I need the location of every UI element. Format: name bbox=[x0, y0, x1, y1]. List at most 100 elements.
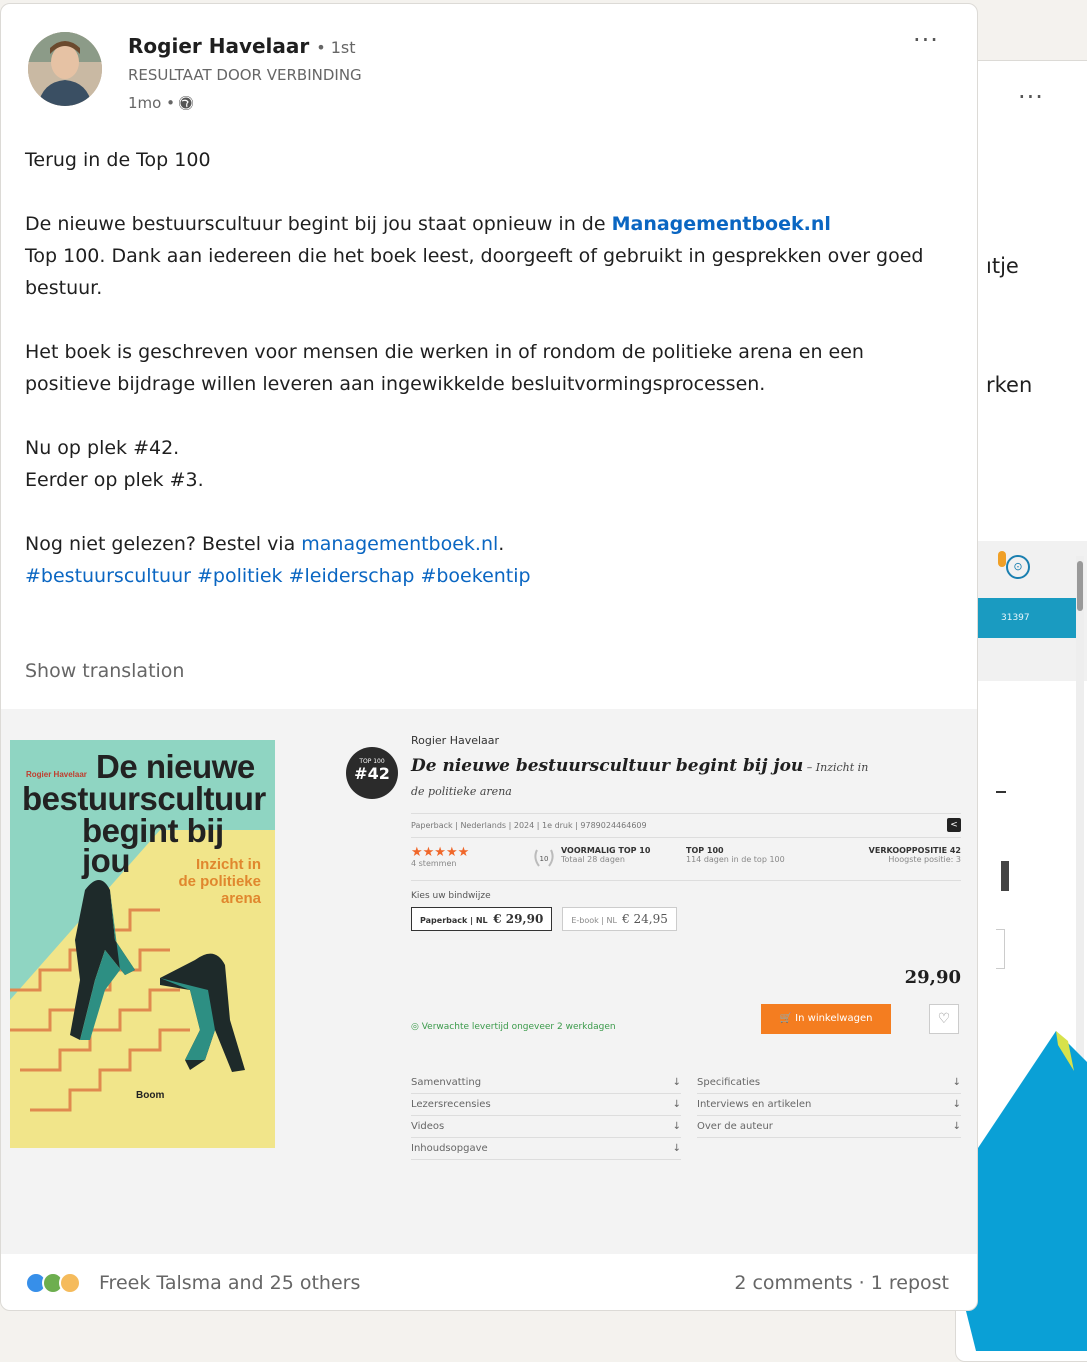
text-fragment bbox=[996, 791, 1006, 793]
text-span: Nog niet gelezen? Bestel via bbox=[25, 533, 302, 555]
cover-subtitle-line: de politieke bbox=[178, 873, 261, 890]
share-icon[interactable]: < bbox=[947, 818, 961, 832]
post-line: Nu op plek #42. bbox=[25, 437, 180, 459]
accordion-item[interactable]: Specificaties ↓ bbox=[697, 1072, 961, 1094]
post-paragraph: De nieuwe bestuurscultuur begint bij jou… bbox=[25, 208, 955, 304]
arrow-down-icon: ↓ bbox=[672, 1121, 681, 1132]
accordion-item[interactable]: Interviews en artikelen ↓ bbox=[697, 1094, 961, 1116]
option-price: € 29,90 bbox=[493, 912, 544, 926]
product-page: Rogier Havelaar De nieuwe bestuurscultuu… bbox=[411, 734, 961, 1160]
accordion-item[interactable]: Lezersrecensies ↓ bbox=[411, 1094, 681, 1116]
text-span: . bbox=[498, 533, 505, 555]
stat-sales-position: VERKOOPPOSITIE 42 Hoogste positie: 3 bbox=[816, 846, 961, 872]
post-line: Nog niet gelezen? Bestel via managementb… bbox=[25, 528, 955, 560]
text-fragment bbox=[1001, 861, 1009, 891]
binding-options: Paperback | NL € 29,90 E-book | NL € 24,… bbox=[411, 907, 961, 931]
add-to-cart-button[interactable]: 🛒 In winkelwagen bbox=[761, 1004, 891, 1034]
arrow-down-icon: ↓ bbox=[952, 1121, 961, 1132]
product-subtitle: de politieke arena bbox=[411, 785, 512, 798]
text-fragment: ıtje bbox=[986, 254, 1019, 278]
badge-rank: #42 bbox=[354, 764, 390, 783]
text-fragment: rken bbox=[986, 373, 1033, 397]
product-stats: ★★★★★ 4 stemmen 10 VOORMALIG TOP 10 Tota… bbox=[411, 838, 961, 881]
author-name[interactable]: Rogier Havelaar • 1st bbox=[128, 34, 356, 58]
option-label: E-book | NL bbox=[571, 916, 617, 925]
wishlist-heart-icon[interactable]: ♡ bbox=[929, 1004, 959, 1034]
product-accordions: Samenvatting ↓ Lezersrecensies ↓ Videos ↓ I… bbox=[411, 1072, 961, 1160]
add-to-cart-label: In winkelwagen bbox=[795, 1013, 873, 1024]
comments-reposts-count[interactable]: 2 comments · 1 repost bbox=[734, 1272, 949, 1294]
stat-title: TOP 100 bbox=[686, 846, 724, 855]
accordion-label: Videos bbox=[411, 1121, 445, 1132]
managementboek-link[interactable]: Managementboek.nl bbox=[612, 213, 831, 235]
accordion-label: Inhoudsopgave bbox=[411, 1143, 488, 1154]
more-options-icon[interactable]: ··· bbox=[1018, 83, 1044, 111]
show-translation-button[interactable]: Show translation bbox=[25, 660, 184, 682]
accordion-label: Over de auteur bbox=[697, 1121, 773, 1132]
stat-title: VOORMALIG TOP 10 bbox=[561, 846, 651, 855]
post-body: Terug in de Top 100 De nieuwe bestuurscu… bbox=[25, 144, 955, 592]
binding-label: Kies uw bindwijze bbox=[411, 891, 491, 901]
binding-option-ebook[interactable]: E-book | NL € 24,95 bbox=[562, 907, 677, 931]
hashtags[interactable]: #bestuurscultuur #politiek #leiderschap … bbox=[25, 560, 955, 592]
cover-author: Rogier Havelaar bbox=[26, 770, 87, 779]
cover-subtitle-line: arena bbox=[220, 890, 261, 907]
arrow-down-icon: ↓ bbox=[672, 1077, 681, 1088]
cover-title-line: bestuurscultuur bbox=[22, 780, 266, 817]
accordion-item[interactable]: Over de auteur ↓ bbox=[697, 1116, 961, 1138]
rating: ★★★★★ 4 stemmen bbox=[411, 846, 531, 872]
product-meta: Paperback | Nederlands | 2024 | 1e druk … bbox=[411, 813, 961, 838]
laurel-icon: 10 bbox=[531, 846, 561, 872]
globe-icon bbox=[178, 96, 193, 110]
vote-count: 4 stemmen bbox=[411, 859, 457, 868]
arrow-down-icon: ↓ bbox=[672, 1099, 681, 1110]
cover-publisher: Boom bbox=[136, 1090, 165, 1101]
stat-sub: Hoogste positie: 3 bbox=[888, 855, 961, 864]
accordion-label: Specificaties bbox=[697, 1077, 761, 1088]
timestamp: 1mo • bbox=[128, 94, 175, 112]
product-meta-text: Paperback | Nederlands | 2024 | 1e druk … bbox=[411, 821, 647, 830]
cover-title-line: De nieuwe bbox=[96, 748, 255, 785]
accordion-item[interactable]: Samenvatting ↓ bbox=[411, 1072, 681, 1094]
more-options-icon[interactable]: ··· bbox=[913, 26, 939, 54]
reactions-count[interactable]: Freek Talsma and 25 others bbox=[99, 1272, 360, 1294]
binding-option-paperback[interactable]: Paperback | NL € 29,90 bbox=[411, 907, 553, 931]
book-cover: Rogier Havelaar De nieuwe bestuurscultuu… bbox=[10, 740, 275, 1148]
input-fragment bbox=[996, 929, 1005, 969]
product-subtitle: – Inzicht in bbox=[803, 761, 869, 774]
author-name-text[interactable]: Rogier Havelaar bbox=[128, 34, 309, 58]
arrow-down-icon: ↓ bbox=[952, 1077, 961, 1088]
scrollbar-thumb[interactable] bbox=[1077, 561, 1083, 611]
star-rating-icon: ★★★★★ bbox=[411, 845, 470, 860]
cover-subtitle-line: Inzicht in bbox=[196, 856, 261, 873]
stat-title: VERKOOPPOSITIE 42 bbox=[868, 846, 961, 855]
accordion-left: Samenvatting ↓ Lezersrecensies ↓ Videos ↓ I… bbox=[411, 1072, 681, 1160]
author-headline: RESULTAAT DOOR VERBINDING bbox=[128, 66, 362, 84]
badge-icon bbox=[998, 551, 1006, 567]
product-author: Rogier Havelaar bbox=[411, 734, 500, 747]
stat-former-top10: VOORMALIG TOP 10 Totaal 28 dagen bbox=[561, 846, 686, 872]
text-span: De nieuwe bestuurscultuur begint bij jou… bbox=[25, 213, 612, 235]
delivery-info: ◎ Verwachte levertijd ongeveer 2 werkdag… bbox=[411, 1022, 616, 1032]
stat-sub: Totaal 28 dagen bbox=[561, 855, 625, 864]
accordion-item[interactable]: Inhoudsopgave ↓ bbox=[411, 1138, 681, 1160]
insightful-icon bbox=[59, 1272, 81, 1294]
reaction-icons[interactable] bbox=[25, 1272, 81, 1294]
avatar[interactable] bbox=[28, 32, 102, 106]
arrow-down-icon: ↓ bbox=[672, 1143, 681, 1154]
text-span: Top 100. Dank aan iedereen die het boek … bbox=[25, 245, 924, 299]
post-time: 1mo • bbox=[128, 94, 193, 112]
order-link[interactable]: managementboek.nl bbox=[301, 533, 498, 555]
option-label: Paperback | NL bbox=[420, 916, 488, 925]
accordion-label: Interviews en artikelen bbox=[697, 1099, 812, 1110]
connection-degree: • 1st bbox=[316, 38, 356, 57]
cart-icon[interactable]: ⊙ bbox=[1006, 555, 1030, 579]
arrow-down-icon: ↓ bbox=[952, 1099, 961, 1110]
accordion-item[interactable]: Videos ↓ bbox=[411, 1116, 681, 1138]
social-counts: Freek Talsma and 25 others 2 comments · … bbox=[1, 1256, 977, 1310]
option-price: € 24,95 bbox=[622, 912, 668, 926]
post-line: Eerder op plek #3. bbox=[25, 469, 204, 491]
cart-icon: 🛒 bbox=[779, 1013, 792, 1024]
bar-code: 31397 bbox=[1001, 613, 1030, 623]
delivery-text: Verwachte levertijd ongeveer 2 werkdagen bbox=[421, 1022, 616, 1032]
